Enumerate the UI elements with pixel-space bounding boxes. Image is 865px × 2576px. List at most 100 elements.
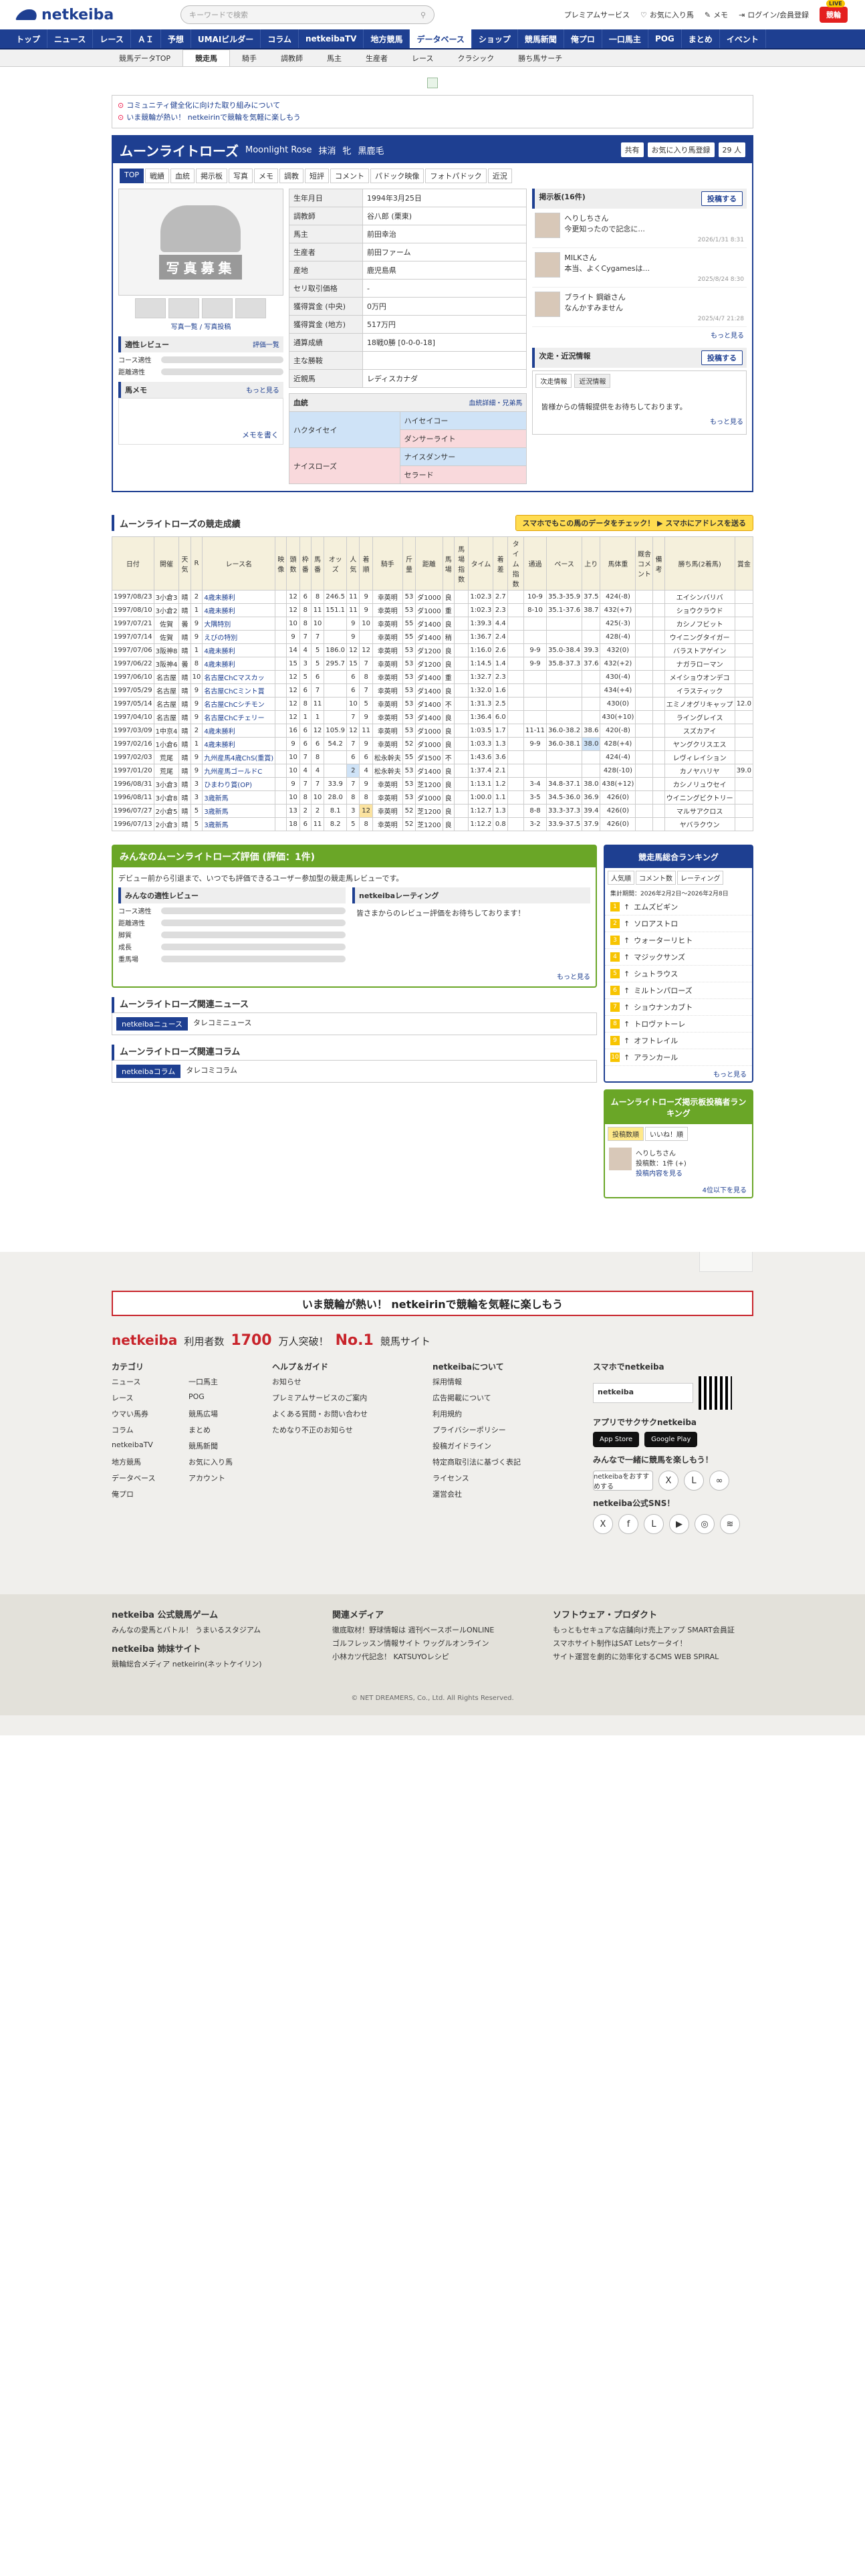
tab-next-race[interactable]: 次走情報 <box>535 374 572 388</box>
horse-tab[interactable]: 近況 <box>487 169 512 183</box>
footer-link[interactable]: 特定商取引法に基づく表記 <box>432 1457 580 1467</box>
sire-dam[interactable]: ダンサーライト <box>399 429 527 448</box>
ranking-tab[interactable]: レーティング <box>677 871 724 885</box>
youtube-icon[interactable]: ▶ <box>669 1514 689 1534</box>
write-memo-link[interactable]: メモを書く <box>242 429 279 440</box>
ranking-row[interactable]: 7 ↑ ショウナンカブト <box>605 999 752 1016</box>
horse-tab[interactable]: 血統 <box>170 169 195 183</box>
table-cell[interactable]: 幸英明 <box>372 817 403 831</box>
table-cell[interactable]: エイシンバリバ <box>664 590 735 604</box>
software-link[interactable]: サイト運営を劇的に効率化するCMS WEB SPIRAL <box>553 1651 753 1662</box>
live-keirin-button[interactable]: 競輪 <box>820 0 848 23</box>
footer-link[interactable]: 運営会社 <box>432 1489 580 1499</box>
ranking-name[interactable]: ショウナンカブト <box>634 1002 693 1012</box>
ranking-row[interactable]: 9 ↑ オフトレイル <box>605 1033 752 1049</box>
snav-item[interactable]: クラシック <box>445 49 506 66</box>
thumbnail[interactable] <box>168 298 200 318</box>
table-cell[interactable]: 大隅特別 <box>202 617 276 631</box>
table-cell[interactable]: 1997/02/16 <box>112 737 154 751</box>
table-cell[interactable]: 4歳未勝利 <box>202 724 276 738</box>
table-cell[interactable]: 4歳未勝利 <box>202 643 276 657</box>
poster-more-link[interactable]: 4位以下を見る <box>703 1187 747 1194</box>
footer-link[interactable]: レース <box>112 1392 182 1403</box>
table-cell[interactable]: 幸英明 <box>372 657 403 671</box>
notice-link[interactable]: いま競輪が熱い！ netkeirinで競輪を気軽に楽しもう <box>118 112 747 124</box>
table-cell[interactable]: 名古屋ChCマスカッ <box>202 670 276 684</box>
gnav-item[interactable]: ＡＩ <box>131 29 161 48</box>
footer-link[interactable]: まとめ <box>189 1424 259 1435</box>
table-cell[interactable]: 幸英明 <box>372 804 403 818</box>
gnav-item[interactable]: データベース <box>410 29 472 48</box>
gnav-item[interactable]: UMAIビルダー <box>191 29 261 48</box>
horse-tab[interactable]: 写真 <box>229 169 253 183</box>
table-cell[interactable]: カシノリュウセイ <box>664 777 735 791</box>
table-cell[interactable]: ウイニングタイガー <box>664 630 735 644</box>
aptitude-list-link[interactable]: 評価一覧 <box>253 339 279 350</box>
line-icon[interactable]: L <box>684 1471 704 1491</box>
horse-tab[interactable]: コメント <box>330 169 370 183</box>
ranking-name[interactable]: ミルトンパローズ <box>634 985 692 996</box>
gnav-item[interactable]: POG <box>648 29 682 48</box>
gnav-item[interactable]: ニュース <box>47 29 94 48</box>
notice-link[interactable]: コミュニティ健全化に向けた取り組みについて <box>118 100 747 112</box>
ranking-name[interactable]: マジックサンズ <box>634 952 685 962</box>
ranking-name[interactable]: エムズビギン <box>634 901 678 912</box>
table-cell[interactable]: えびの特別 <box>202 630 276 644</box>
horse-tab[interactable]: メモ <box>254 169 279 183</box>
table-cell[interactable]: 名古屋 <box>153 710 180 724</box>
next-more-link[interactable]: もっと見る <box>710 419 743 426</box>
table-cell[interactable]: ライングレイス <box>664 710 735 724</box>
ranking-row[interactable]: 5 ↑ シュトラウス <box>605 966 752 982</box>
x-icon[interactable]: X <box>658 1471 678 1491</box>
table-cell[interactable]: ヤングクリスエス <box>664 737 735 751</box>
ranking-row[interactable]: 8 ↑ トロヴァトーレ <box>605 1016 752 1033</box>
ranking-more-link[interactable]: もっと見る <box>713 1071 747 1079</box>
footer-link[interactable]: 競馬新聞 <box>189 1440 259 1451</box>
premium-link[interactable]: プレミアムサービス <box>564 9 630 20</box>
table-cell[interactable]: 1997/03/09 <box>112 724 154 738</box>
table-cell[interactable]: レヴィレイション <box>664 750 735 764</box>
evaluation-more-link[interactable]: もっと見る <box>557 974 590 981</box>
table-cell[interactable]: 幸英明 <box>372 617 403 631</box>
table-cell[interactable]: 1997/01/20 <box>112 764 154 778</box>
page-top-button[interactable] <box>699 1252 753 1272</box>
memo-link[interactable]: ✎ メモ <box>705 9 728 20</box>
footer-link[interactable]: プライバシーポリシー <box>432 1424 580 1435</box>
poster-posts-link[interactable]: 投稿内容を見る <box>636 1170 683 1178</box>
table-cell[interactable]: 1小倉6 <box>153 737 180 751</box>
facebook-icon[interactable]: f <box>618 1514 638 1534</box>
footer-link[interactable]: ライセンス <box>432 1473 580 1483</box>
table-cell[interactable]: 九州産馬4歳ChS(重賞) <box>202 750 276 764</box>
horse-tab[interactable]: 調教 <box>279 169 304 183</box>
footer-link[interactable]: アカウント <box>189 1473 259 1483</box>
footer-link[interactable]: お知らせ <box>272 1376 419 1387</box>
sire-sire[interactable]: ハイセイコー <box>399 411 527 430</box>
table-cell[interactable]: 3小倉3 <box>153 777 180 791</box>
table-cell[interactable]: 1997/07/06 <box>112 643 154 657</box>
table-cell[interactable]: 3小倉8 <box>153 790 180 804</box>
table-cell[interactable]: 3小倉2 <box>153 603 180 617</box>
line-icon[interactable]: L <box>644 1514 664 1534</box>
table-cell[interactable]: 幸英明 <box>372 670 403 684</box>
horse-tab[interactable]: パドック映像 <box>370 169 424 183</box>
gnav-item[interactable]: コラム <box>261 29 299 48</box>
table-cell[interactable]: ひまわり賞(OP) <box>202 777 276 791</box>
table-cell[interactable]: 荒尾 <box>153 764 180 778</box>
table-cell[interactable]: 2小倉5 <box>153 804 180 818</box>
ranking-row[interactable]: 10 ↑ アランカール <box>605 1049 752 1066</box>
keirin-link[interactable]: 競輪総合メディア netkeirin(ネットケイリン) <box>112 1658 312 1669</box>
gnav-item[interactable]: 地方競馬 <box>364 29 410 48</box>
table-cell[interactable]: マルサアクロス <box>664 804 735 818</box>
table-cell[interactable]: 1997/02/03 <box>112 750 154 764</box>
footer-link[interactable]: コラム <box>112 1424 182 1435</box>
footer-link[interactable]: ためなり不正のお知らせ <box>272 1424 419 1435</box>
table-cell[interactable]: 1997/07/14 <box>112 630 154 644</box>
software-link[interactable]: スマホサイト制作はSAT Letsケータイ！ <box>553 1638 753 1648</box>
google-play-button[interactable]: Google Play <box>644 1432 698 1447</box>
tab-netkeiba-column[interactable]: netkeibaコラム <box>116 1065 181 1078</box>
bbs-more-link[interactable]: もっと見る <box>711 332 744 340</box>
poster-tab[interactable]: いいね！順 <box>645 1127 688 1141</box>
snav-item[interactable]: 騎手 <box>230 49 269 66</box>
footer-link[interactable]: プレミアムサービスのご案内 <box>272 1392 419 1403</box>
table-cell[interactable]: 4歳未勝利 <box>202 603 276 617</box>
